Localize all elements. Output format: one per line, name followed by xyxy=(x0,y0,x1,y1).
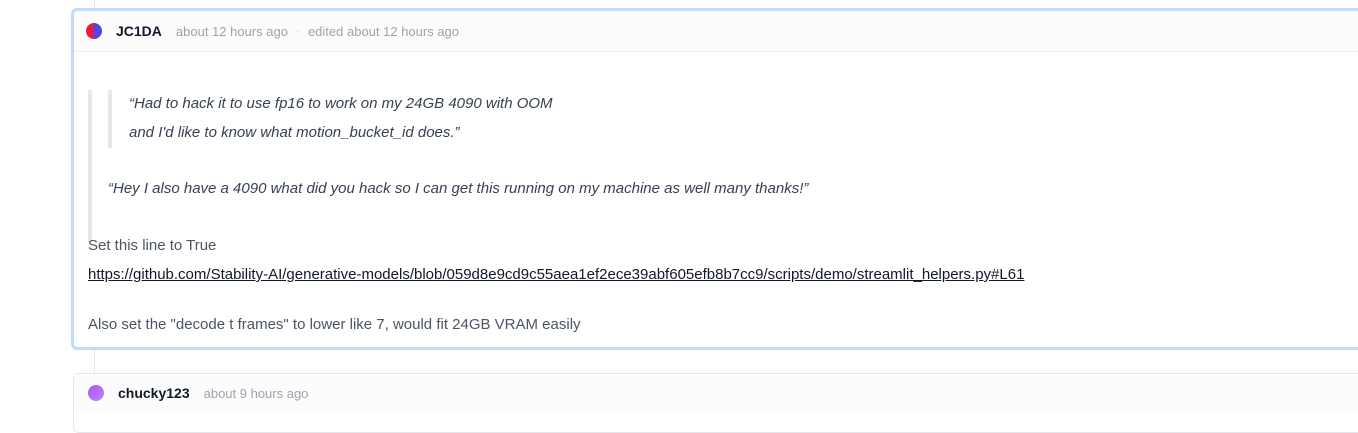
comment-card: chucky123 about 9 hours ago xyxy=(73,373,1358,433)
author-name[interactable]: JC1DA xyxy=(116,23,162,39)
comment-card: JC1DA about 12 hours ago · edited about … xyxy=(71,8,1358,350)
author-name[interactable]: chucky123 xyxy=(118,385,190,401)
comment-timestamp: about 12 hours ago xyxy=(175,23,288,39)
edited-label[interactable]: edited about 12 hours ago xyxy=(308,24,459,39)
quote-line: “Hey I also have a 4090 what did you hac… xyxy=(108,180,809,197)
nested-quote-line: and I'd like to know what motion_bucket_… xyxy=(129,124,460,141)
comment-header: chucky123 about 9 hours ago xyxy=(74,374,1358,412)
avatar[interactable] xyxy=(86,23,102,39)
comment-text: Also set the "decode t frames" to lower … xyxy=(88,316,581,333)
nested-quote-line: “Had to hack it to use fp16 to work on m… xyxy=(129,95,553,112)
comment-text: Set this line to True xyxy=(88,237,217,254)
github-link[interactable]: https://github.com/Stability-AI/generati… xyxy=(88,266,1024,283)
avatar[interactable] xyxy=(88,385,104,401)
comment-timestamp: about 9 hours ago xyxy=(203,385,309,401)
comment-header: JC1DA about 12 hours ago · edited about … xyxy=(74,11,1358,52)
separator-dot: · xyxy=(295,24,300,38)
